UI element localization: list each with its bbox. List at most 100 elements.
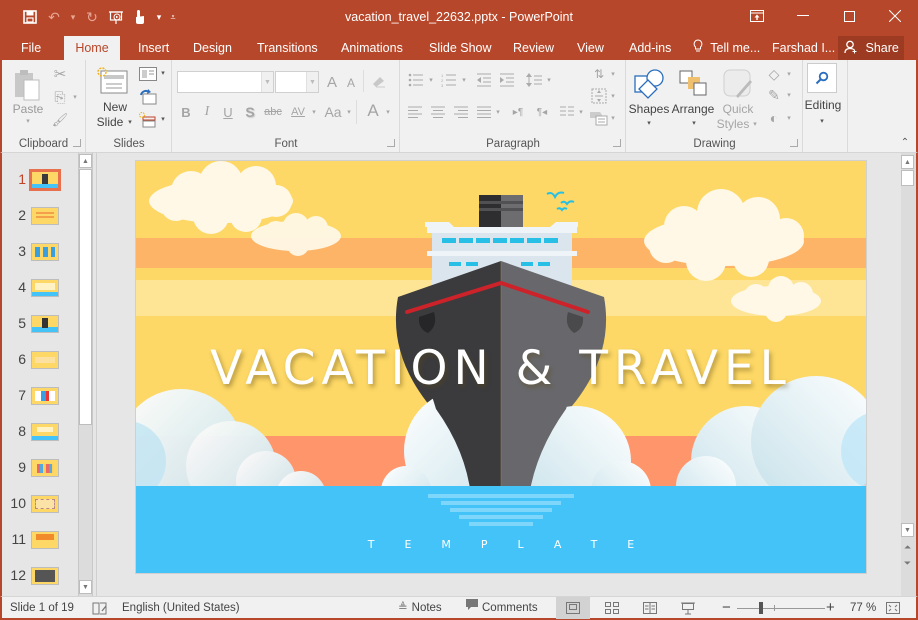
- clear-formatting-icon[interactable]: [369, 72, 389, 92]
- slide-thumbnail-12[interactable]: 12: [4, 567, 78, 597]
- pane-divider[interactable]: [96, 153, 97, 596]
- save-icon[interactable]: [18, 6, 42, 28]
- slide-thumbnail-image[interactable]: [31, 207, 59, 225]
- align-left-icon[interactable]: [405, 102, 425, 122]
- tab-file[interactable]: File: [11, 36, 51, 60]
- arrange-dropdown-icon[interactable]: ▾: [688, 118, 700, 128]
- left-to-right-icon[interactable]: ▸¶: [507, 102, 529, 122]
- layout-icon[interactable]: [137, 64, 159, 84]
- align-text-dropdown-icon[interactable]: ▾: [609, 90, 617, 102]
- character-spacing-dropdown-icon[interactable]: ▾: [310, 104, 318, 120]
- slide-scroll-thumb[interactable]: [901, 170, 914, 186]
- smartart-dropdown-icon[interactable]: ▾: [609, 112, 617, 124]
- share-button[interactable]: Share: [838, 36, 904, 60]
- numbering-dropdown-icon[interactable]: ▾: [460, 74, 468, 86]
- undo-dropdown-icon[interactable]: ▾: [66, 6, 80, 28]
- tab-review[interactable]: Review: [503, 36, 564, 60]
- language-indicator[interactable]: English (United States): [122, 597, 240, 619]
- change-case-dropdown-icon[interactable]: ▾: [345, 104, 353, 120]
- editing-button[interactable]: Editing: [800, 98, 846, 112]
- decrease-indent-icon[interactable]: [473, 70, 495, 90]
- zoom-slider-track[interactable]: [737, 608, 825, 609]
- justify-dropdown-icon[interactable]: ▾: [494, 106, 502, 118]
- bullets-dropdown-icon[interactable]: ▾: [427, 74, 435, 86]
- slide-thumbnail-2[interactable]: 2: [4, 207, 78, 237]
- tab-slide-show[interactable]: Slide Show: [419, 36, 502, 60]
- editing-dropdown-icon[interactable]: ▾: [816, 116, 828, 126]
- shape-effects-icon[interactable]: ◐: [763, 108, 785, 128]
- shapes-icon[interactable]: [631, 66, 667, 102]
- copy-dropdown-icon[interactable]: ▾: [70, 90, 80, 104]
- font-name-dropdown-icon[interactable]: ▼: [261, 72, 273, 92]
- slide-thumbnail-1[interactable]: 1: [4, 169, 78, 201]
- font-size-combobox[interactable]: ▼: [275, 71, 319, 93]
- align-right-icon[interactable]: [451, 102, 471, 122]
- arrange-button[interactable]: Arrange: [671, 102, 715, 116]
- minimize-button[interactable]: [780, 0, 826, 32]
- maximize-button[interactable]: [826, 0, 872, 32]
- italic-button[interactable]: I: [198, 102, 216, 122]
- slide-scroll-up-button[interactable]: ▲: [901, 155, 914, 169]
- collapse-ribbon-icon[interactable]: ⌃: [898, 136, 912, 148]
- quick-styles-dropdown-icon[interactable]: ▾: [751, 118, 759, 130]
- change-case-button[interactable]: Aa: [322, 102, 344, 122]
- tab-add-ins[interactable]: Add-ins: [619, 36, 681, 60]
- columns-icon[interactable]: [557, 102, 577, 122]
- align-center-icon[interactable]: [428, 102, 448, 122]
- new-slide-label-line1[interactable]: New: [95, 100, 135, 114]
- customize-qat-icon[interactable]: ⩡: [166, 6, 180, 28]
- shapes-dropdown-icon[interactable]: ▾: [643, 118, 655, 128]
- line-spacing-icon[interactable]: [523, 70, 545, 90]
- thumbnails-scroll-up-button[interactable]: ▲: [79, 154, 92, 168]
- font-size-dropdown-icon[interactable]: ▼: [306, 72, 318, 92]
- shape-fill-icon[interactable]: ◇: [763, 64, 785, 84]
- slide-thumbnail-image[interactable]: [31, 315, 59, 333]
- slide-thumbnail-6[interactable]: 6: [4, 351, 78, 381]
- slide-thumbnail-image[interactable]: [31, 495, 59, 513]
- slide-thumbnail-4[interactable]: 4: [4, 279, 78, 309]
- slide-thumbnail-image[interactable]: [31, 423, 59, 441]
- zoom-out-button[interactable]: −: [722, 597, 731, 619]
- ribbon-display-options-icon[interactable]: [734, 0, 780, 32]
- comments-button[interactable]: Comments: [466, 597, 538, 619]
- clipboard-launcher-icon[interactable]: [73, 139, 81, 147]
- text-shadow-button[interactable]: S: [241, 102, 259, 122]
- slide-thumbnail-8[interactable]: 8: [4, 423, 78, 453]
- thumbnails-scrollbar[interactable]: ▲ ▼: [78, 153, 93, 596]
- normal-view-button[interactable]: [556, 597, 590, 619]
- slide-canvas[interactable]: VACATION & TRAVEL TEMPLATE: [135, 160, 867, 574]
- slide-thumbnail-10[interactable]: 10: [4, 495, 78, 525]
- tab-animations[interactable]: Animations: [331, 36, 413, 60]
- paste-icon[interactable]: [10, 66, 44, 106]
- slide-thumbnail-image[interactable]: [31, 531, 59, 549]
- drawing-launcher-icon[interactable]: [790, 139, 798, 147]
- slide-thumbnail-image[interactable]: [31, 279, 59, 297]
- increase-indent-icon[interactable]: [496, 70, 518, 90]
- shape-fill-dropdown-icon[interactable]: ▾: [785, 68, 793, 80]
- slide-thumbnail-image[interactable]: [31, 243, 59, 261]
- slide-subtitle[interactable]: TEMPLATE: [136, 538, 866, 551]
- arrange-icon[interactable]: [675, 66, 711, 102]
- bullets-icon[interactable]: [405, 70, 427, 90]
- tab-insert[interactable]: Insert: [128, 36, 179, 60]
- slide-thumbnail-image[interactable]: [31, 459, 59, 477]
- zoom-in-button[interactable]: +: [826, 597, 835, 619]
- thumbnails-scroll-down-button[interactable]: ▼: [79, 580, 92, 594]
- slide-thumbnail-3[interactable]: 3: [4, 243, 78, 273]
- paragraph-launcher-icon[interactable]: [613, 139, 621, 147]
- justify-icon[interactable]: [474, 102, 494, 122]
- previous-slide-button[interactable]: ⏶: [901, 540, 914, 554]
- character-spacing-button[interactable]: AV: [286, 102, 310, 122]
- shapes-button[interactable]: Shapes: [627, 102, 671, 116]
- section-dropdown-icon[interactable]: ▾: [159, 114, 167, 124]
- tab-home[interactable]: Home: [64, 36, 120, 60]
- reset-icon[interactable]: [137, 87, 159, 107]
- reading-view-button[interactable]: [633, 597, 667, 619]
- find-icon[interactable]: [807, 63, 837, 93]
- bold-button[interactable]: B: [177, 102, 195, 122]
- shrink-font-button[interactable]: A: [343, 74, 359, 92]
- zoom-slider-handle[interactable]: [759, 602, 763, 614]
- notes-button[interactable]: ≜ Notes: [398, 597, 442, 619]
- cut-icon[interactable]: ✂: [50, 64, 70, 84]
- paste-button[interactable]: Paste: [8, 102, 48, 116]
